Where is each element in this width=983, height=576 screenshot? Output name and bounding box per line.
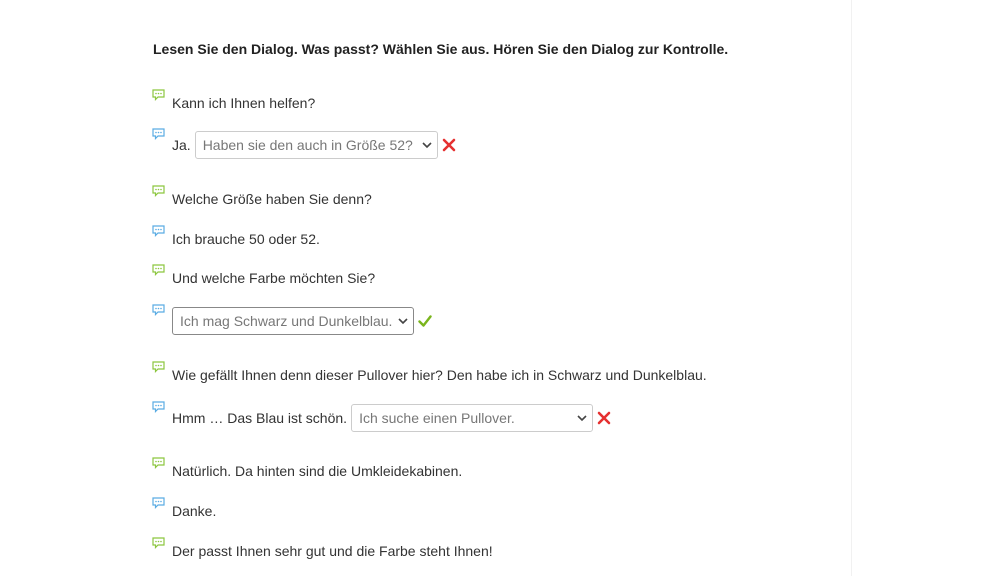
speech-bubble-icon (152, 185, 165, 197)
dialog-line-10: Danke. (152, 497, 217, 520)
dialog-line-11: Der passt Ihnen sehr gut und die Farbe s… (152, 537, 493, 560)
check-icon (418, 315, 432, 327)
speech-bubble-icon (152, 401, 165, 413)
dialog-text: Welche Größe haben Sie denn? (172, 191, 372, 207)
chevron-down-icon (422, 142, 432, 149)
dialog-text: Kann ich Ihnen helfen? (172, 95, 316, 111)
cross-icon (442, 138, 455, 152)
dialog-line-9: Natürlich. Da hinten sind die Umkleideka… (152, 457, 463, 480)
speech-bubble-icon (152, 128, 165, 140)
speech-bubble-icon (152, 304, 165, 316)
speech-bubble-icon (152, 457, 165, 469)
dialog-prefix: Hmm … Das Blau ist schön. (172, 410, 348, 426)
answer-select-1[interactable]: Haben sie den auch in Größe 52? (194, 131, 438, 159)
speech-bubble-icon (152, 537, 165, 549)
dialog-line-8: Hmm … Das Blau ist schön. Ich suche eine… (152, 401, 611, 432)
select-value: Ich mag Schwarz und Dunkelblau. (180, 313, 393, 329)
dialog-text: Wie gefällt Ihnen denn dieser Pullover h… (172, 367, 707, 383)
dialog-line-5: Und welche Farbe möchten Sie? (152, 264, 376, 287)
exercise-panel: Lesen Sie den Dialog. Was passt? Wählen … (0, 0, 852, 576)
dialog-text: Danke. (172, 503, 217, 519)
dialog-line-6: Ich mag Schwarz und Dunkelblau. (152, 304, 432, 335)
speech-bubble-icon (152, 361, 165, 373)
speech-bubble-icon (152, 225, 165, 237)
answer-select-3[interactable]: Ich suche einen Pullover. (351, 404, 594, 432)
dialog-text: Natürlich. Da hinten sind die Umkleideka… (172, 463, 463, 479)
dialog-text: Und welche Farbe möchten Sie? (172, 270, 376, 286)
dialog-line-1: Kann ich Ihnen helfen? (152, 89, 316, 112)
dialog-text: Der passt Ihnen sehr gut und die Farbe s… (172, 543, 493, 559)
select-value: Haben sie den auch in Größe 52? (202, 137, 413, 153)
cross-icon (597, 411, 611, 425)
chevron-down-icon (398, 318, 408, 325)
dialog-text: Ich brauche 50 oder 52. (172, 231, 320, 247)
dialog-line-2: Ja. Haben sie den auch in Größe 52? (152, 128, 456, 159)
speech-bubble-icon (152, 89, 165, 101)
chevron-down-icon (577, 415, 587, 422)
answer-select-2[interactable]: Ich mag Schwarz und Dunkelblau. (172, 307, 414, 335)
speech-bubble-icon (152, 497, 165, 509)
select-value: Ich suche einen Pullover. (359, 410, 515, 426)
dialog-prefix: Ja. (172, 137, 191, 153)
dialog-line-4: Ich brauche 50 oder 52. (152, 225, 320, 248)
dialog-line-3: Welche Größe haben Sie denn? (152, 185, 372, 208)
speech-bubble-icon (152, 264, 165, 276)
instruction-text: Lesen Sie den Dialog. Was passt? Wählen … (153, 41, 729, 57)
dialog-line-7: Wie gefällt Ihnen denn dieser Pullover h… (152, 361, 707, 384)
